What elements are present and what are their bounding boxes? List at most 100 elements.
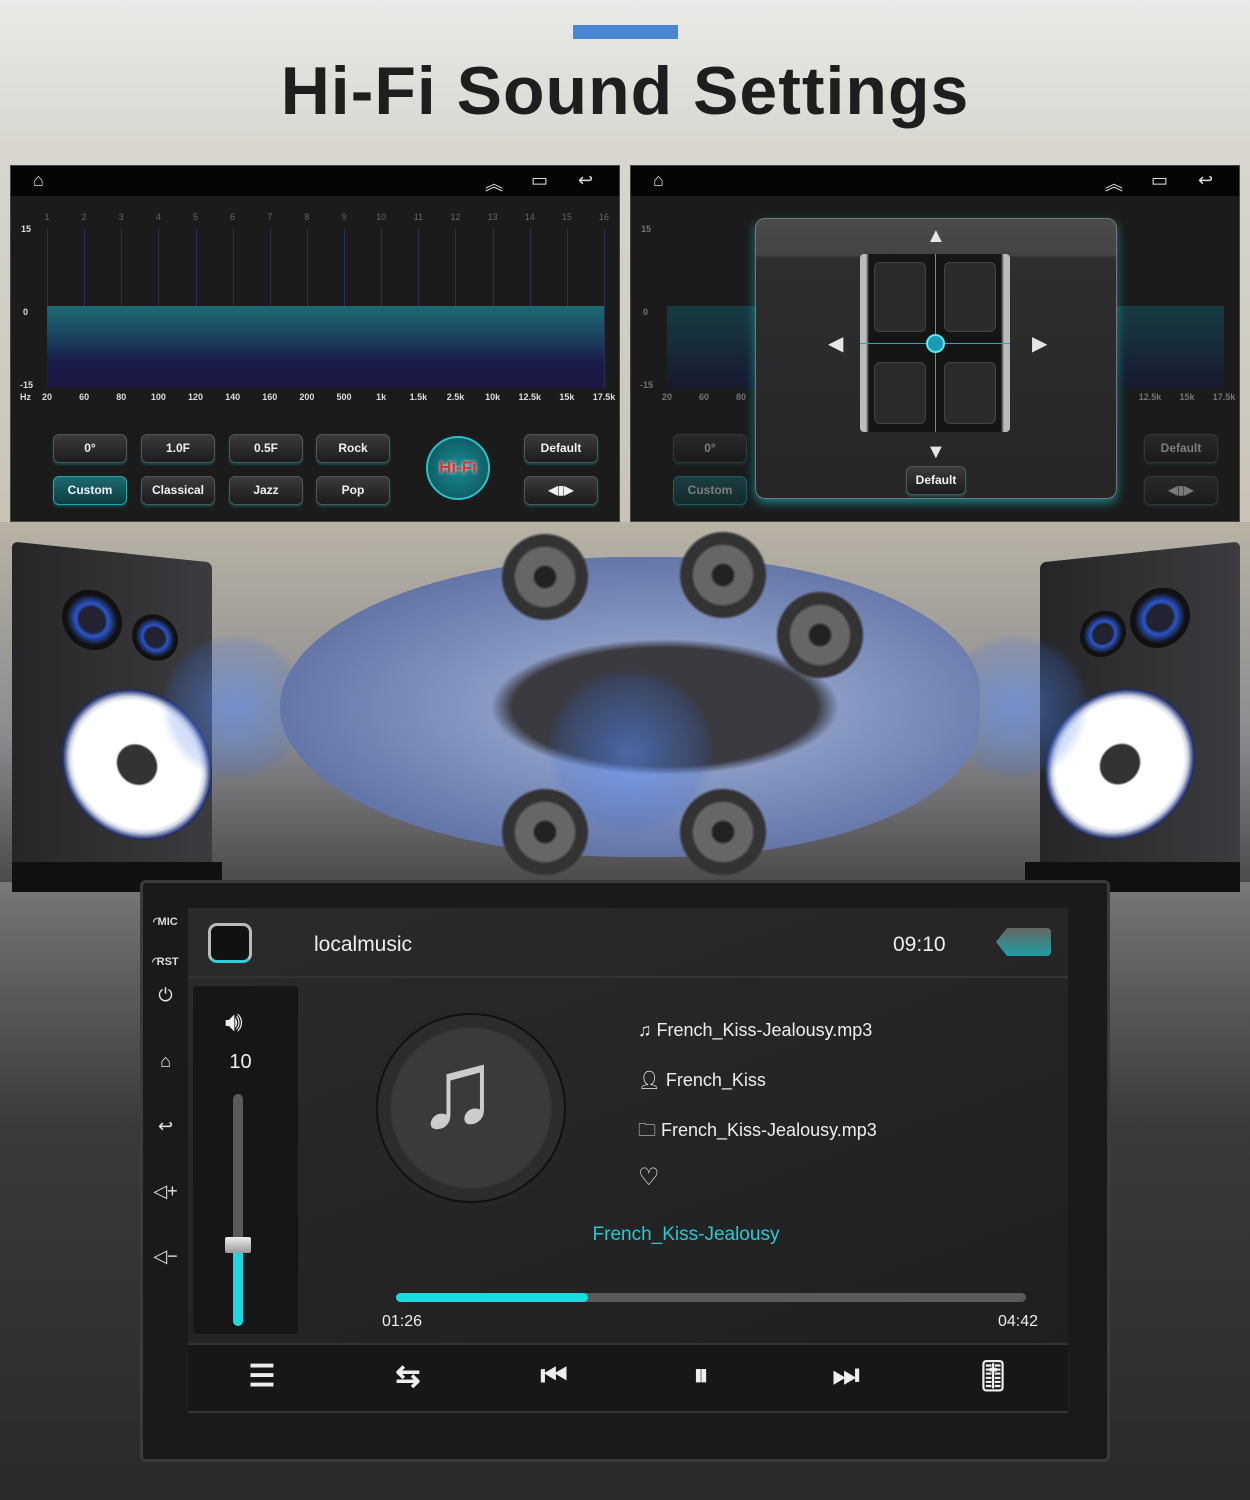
playlist-icon[interactable]: ☰ [232, 1359, 292, 1394]
recent-apps-icon[interactable]: ▭ [531, 170, 548, 191]
freq-label: 60 [698, 392, 709, 402]
band-number: 16 [598, 212, 609, 222]
car-speaker [500, 787, 590, 877]
preset-05f-button[interactable]: 0.5F [229, 434, 303, 463]
file-name-row: ♫ French_Kiss-Jealousy.mp3 [638, 1020, 873, 1040]
car-speaker [678, 787, 768, 877]
recent-apps-icon[interactable]: ▭ [1151, 170, 1168, 191]
favorite-heart-icon[interactable]: ♡ [638, 1163, 660, 1192]
music-player-screen: localmusic 09:10 🔊︎ 10 ♫ ♫ French_Kiss-J… [188, 908, 1068, 1413]
pause-icon[interactable]: ⏸ [671, 1359, 731, 1393]
progress-bar[interactable] [396, 1293, 1026, 1302]
car-speaker [500, 532, 590, 622]
frequency-label: 10k [485, 392, 501, 402]
frequency-label: 140 [225, 392, 241, 402]
volume-fill [233, 1244, 243, 1326]
band-number: 9 [341, 212, 347, 222]
volume-handle[interactable] [225, 1236, 251, 1253]
band-number: 2 [81, 212, 87, 222]
back-icon[interactable]: ↩ [143, 1116, 188, 1137]
home-icon[interactable]: ⌂ [33, 170, 44, 191]
song-title: French_Kiss-Jealousy [592, 1224, 780, 1245]
arrow-right-icon[interactable]: ▶ [1032, 331, 1047, 356]
duration-time: 04:42 [998, 1313, 1039, 1330]
band-number: 6 [230, 212, 236, 222]
preset-1f-button[interactable]: 1.0F [141, 434, 215, 463]
app-title: localmusic [314, 933, 413, 956]
back-icon[interactable]: ↩ [1198, 170, 1213, 191]
control-bar: ☰ ⇆ ⏮ ⏸ ⏭ 🎚︎ [188, 1343, 1068, 1413]
previous-track-icon[interactable]: ⏮ [524, 1359, 584, 1393]
tweeter [1080, 608, 1126, 660]
hifi-button[interactable]: Hi-Fi [426, 436, 490, 500]
album-art: ♫ [376, 1013, 566, 1203]
band-number: 11 [413, 212, 423, 222]
app-menu-icon[interactable] [208, 923, 252, 963]
freq-label: 15k [1179, 392, 1195, 402]
volume-up-icon[interactable]: ◁+ [143, 1181, 188, 1202]
default-button[interactable]: Default [524, 434, 598, 463]
volume-down-icon[interactable]: ◁− [143, 1246, 188, 1267]
speaker-balance-icon: ◀▮▶ [1168, 483, 1194, 497]
equalizer-screen: ⌂ ︽ ▭ ↩ 1 20 2 60 3 80 4 100 5 120 6 140 7 160 8 200 9 50… [10, 165, 620, 522]
y-min-label: -15 [640, 380, 654, 390]
arrow-left-icon[interactable]: ◀ [828, 331, 843, 356]
preset-jazz-button[interactable]: Jazz [229, 476, 303, 505]
volume-icon: 🔊︎ [225, 1006, 243, 1037]
status-bar: ⌂ ︽ ▭ ↩ [631, 166, 1239, 196]
preset-custom-button[interactable]: Custom [53, 476, 127, 505]
frequency-label: 1.5k [409, 392, 428, 402]
frequency-label: 100 [150, 392, 166, 402]
frequency-label: 60 [79, 392, 90, 402]
car-speaker [678, 530, 768, 620]
car-audio-illustration [0, 522, 1250, 893]
double-chevron-up-icon[interactable]: ︽ [1105, 170, 1123, 196]
head-unit: ◜MIC ◜RST ⏻ ⌂ ↩ ◁+ ◁− localmusic 09:10 🔊… [140, 880, 1110, 1462]
car-speaker [775, 590, 865, 680]
volume-value: 10 [229, 1051, 252, 1073]
preset-0deg-button[interactable]: 0° [53, 434, 127, 463]
preset-classical-button[interactable]: Classical [141, 476, 215, 505]
double-chevron-up-icon[interactable]: ︽ [485, 170, 503, 196]
repeat-icon[interactable]: ⇆ [378, 1359, 438, 1394]
band-number: 15 [561, 212, 572, 222]
next-track-icon[interactable]: ⏭ [816, 1359, 876, 1393]
seat [874, 362, 926, 424]
frequency-label: 120 [188, 392, 204, 402]
balance-point-handle[interactable] [926, 334, 945, 353]
volume-slider[interactable] [225, 1094, 251, 1326]
balance-button[interactable]: ◀▮▶ [524, 476, 598, 505]
frequency-label: 160 [262, 392, 278, 402]
band-number: 10 [376, 212, 387, 222]
home-icon[interactable]: ⌂ [143, 1051, 188, 1072]
frequency-label: 80 [116, 392, 127, 402]
clock: 09:10 [893, 933, 946, 956]
balance-button[interactable]: ◀▮▶ [1144, 476, 1218, 505]
back-button[interactable] [996, 928, 1051, 956]
car-seat-map[interactable] [860, 254, 1010, 432]
balance-default-button[interactable]: Default [906, 466, 966, 495]
band-number: 8 [304, 212, 310, 222]
y-mid-label: 0 [23, 307, 29, 317]
person-icon: 👤︎ [638, 1070, 666, 1090]
back-icon[interactable]: ↩ [578, 170, 593, 191]
home-icon[interactable]: ⌂ [653, 170, 664, 191]
arrow-down-icon[interactable]: ▼ [926, 441, 946, 464]
default-button[interactable]: Default [1144, 434, 1218, 463]
page-title: Hi-Fi Sound Settings [280, 53, 970, 129]
music-note-icon: ♫ [416, 1028, 499, 1151]
freq-label: 80 [735, 392, 746, 402]
arrow-up-icon[interactable]: ▲ [926, 225, 946, 248]
equalizer-settings-icon[interactable]: 🎚︎ [963, 1359, 1023, 1394]
preset-0deg-button[interactable]: 0° [673, 434, 747, 463]
tweeter [1130, 584, 1190, 652]
preset-rock-button[interactable]: Rock [316, 434, 390, 463]
band-slider-16[interactable] [604, 228, 605, 388]
preset-custom-button[interactable]: Custom [673, 476, 747, 505]
band-number: 4 [155, 212, 161, 222]
preset-pop-button[interactable]: Pop [316, 476, 390, 505]
freq-label: 20 [661, 392, 672, 402]
power-icon[interactable]: ⏻ [143, 985, 188, 1006]
music-note-icon: ♫ [638, 1020, 657, 1040]
rst-button[interactable]: ◜RST [143, 955, 188, 968]
